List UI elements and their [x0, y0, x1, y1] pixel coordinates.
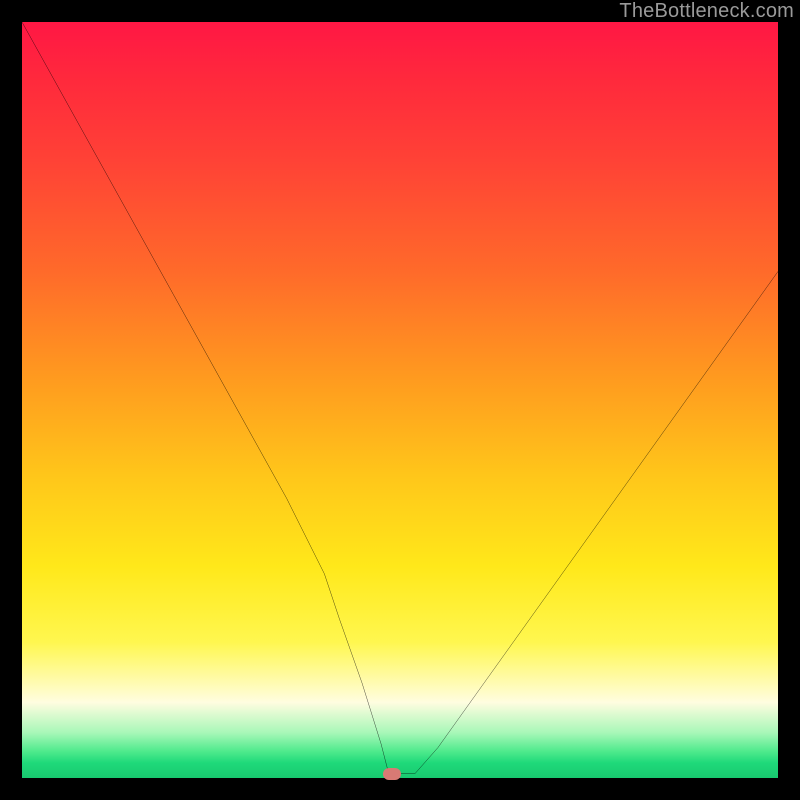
chart-plot-area: [22, 22, 778, 778]
optimum-marker: [383, 768, 401, 780]
bottleneck-curve: [22, 22, 778, 778]
watermark-label: TheBottleneck.com: [619, 0, 794, 23]
chart-frame: TheBottleneck.com: [0, 0, 800, 800]
